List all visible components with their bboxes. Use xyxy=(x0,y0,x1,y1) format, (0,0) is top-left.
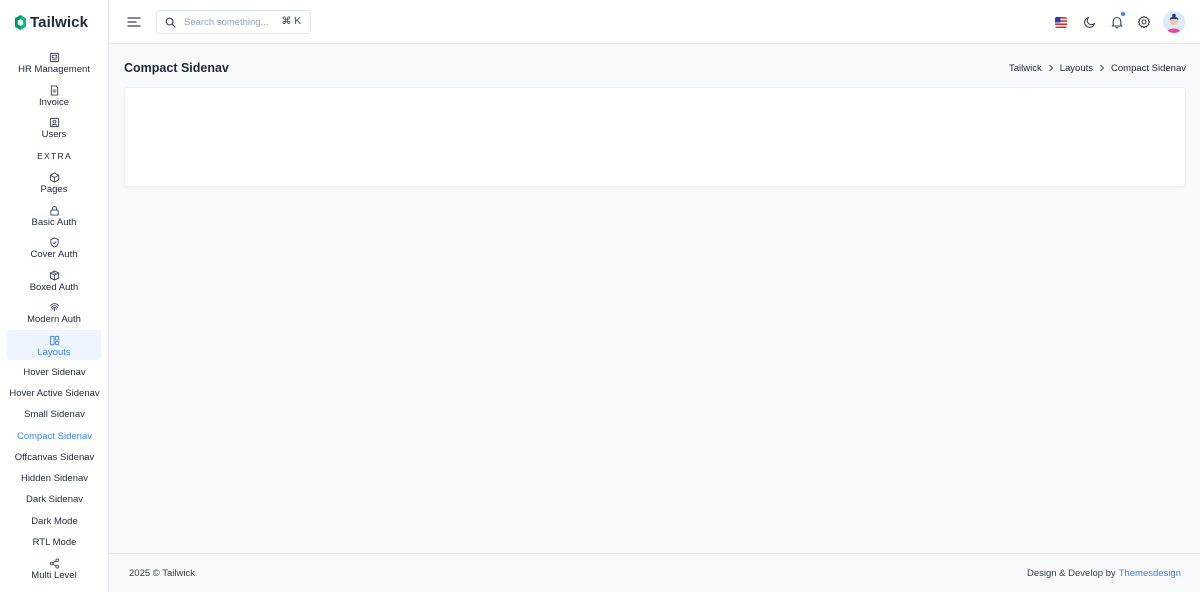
page-title: Compact Sidenav xyxy=(124,61,229,75)
footer-copyright: 2025 © Tailwick xyxy=(129,568,195,579)
layouts-icon xyxy=(49,335,59,346)
sidebar-item-label: Boxed Auth xyxy=(29,282,79,293)
breadcrumb-item-current: Compact Sidenav xyxy=(1111,63,1186,74)
breadcrumb-item-layouts[interactable]: Layouts xyxy=(1060,63,1093,74)
sidebar-section-extra: EXTRA xyxy=(37,151,72,161)
sidebar-item-label: Multi Level xyxy=(31,570,77,581)
sidebar-item-label: Modern Auth xyxy=(27,314,81,325)
search-input[interactable] xyxy=(184,14,274,31)
sidebar-subitem-dark-sidenav[interactable]: Dark Sidenav xyxy=(0,494,109,505)
sidebar-item-label: Pages xyxy=(40,184,68,195)
sidebar-item-label: HR Management xyxy=(18,64,90,75)
sidebar-item-multi-level[interactable]: Multi Level xyxy=(7,558,101,581)
breadcrumb-item-tailwick[interactable]: Tailwick xyxy=(1009,63,1042,74)
search-shortcut: ⌘ K xyxy=(281,16,301,27)
content-card xyxy=(124,87,1186,187)
box-icon xyxy=(49,270,59,281)
chevron-right-icon xyxy=(1042,64,1060,74)
sidebar-item-hr-management[interactable]: HR Management xyxy=(7,52,101,75)
brand-logo[interactable]: Tailwick xyxy=(15,12,88,32)
sidebar-item-label: Invoice xyxy=(38,97,70,108)
avatar[interactable] xyxy=(1163,11,1185,33)
search-box[interactable]: ⌘ K xyxy=(156,10,311,34)
sidebar-item-modern-auth[interactable]: Modern Auth xyxy=(7,302,101,325)
notification-dot xyxy=(1121,12,1125,16)
share-icon xyxy=(49,558,59,569)
invoice-icon xyxy=(50,85,58,96)
sidebar-subitem-compact-sidenav[interactable]: Compact Sidenav xyxy=(0,431,109,442)
top-header: ⌘ K xyxy=(109,0,1200,44)
lock-icon xyxy=(49,206,59,216)
sidebar-item-boxed-auth[interactable]: Boxed Auth xyxy=(7,270,101,293)
tailwick-logo-icon xyxy=(15,14,26,30)
sidebar-item-label: Layouts xyxy=(37,347,71,358)
sidebar-item-basic-auth[interactable]: Basic Auth xyxy=(7,205,101,228)
footer-credit: Design & Develop by Themesdesign xyxy=(1027,568,1181,579)
sidebar-subitem-rtl-mode[interactable]: RTL Mode xyxy=(0,537,109,548)
users-icon xyxy=(49,117,59,128)
footer-credit-text: Design & Develop by xyxy=(1026,568,1116,579)
sidebar-subitem-dark-mode[interactable]: Dark Mode xyxy=(0,516,109,527)
chevron-right-icon xyxy=(1093,64,1111,74)
sidebar-subitem-hover-active-sidenav[interactable]: Hover Active Sidenav xyxy=(0,388,109,399)
hr-icon xyxy=(49,52,59,63)
sidebar-item-cover-auth[interactable]: Cover Auth xyxy=(7,237,101,260)
sidebar-item-label: Users xyxy=(41,129,67,140)
sidebar-subitem-small-sidenav[interactable]: Small Sidenav xyxy=(0,409,109,420)
sidebar-item-label: Basic Auth xyxy=(31,217,77,228)
sidebar: Tailwick HR Management Invoice Users EXT… xyxy=(0,0,109,592)
sidebar-item-label: Cover Auth xyxy=(30,249,78,260)
moon-icon[interactable] xyxy=(1083,15,1097,29)
sidebar-item-users[interactable]: Users xyxy=(7,117,101,140)
breadcrumb: Tailwick Layouts Compact Sidenav xyxy=(1009,63,1186,74)
gear-icon[interactable] xyxy=(1137,15,1151,29)
user-avatar-icon xyxy=(1163,11,1185,33)
pages-icon xyxy=(49,172,59,183)
search-icon xyxy=(165,17,176,28)
sidebar-subitem-offcanvas-sidenav[interactable]: Offcanvas Sidenav xyxy=(0,452,109,463)
bell-icon[interactable] xyxy=(1110,15,1124,29)
sidebar-subitem-hidden-sidenav[interactable]: Hidden Sidenav xyxy=(0,473,109,484)
sidebar-subitem-hover-sidenav[interactable]: Hover Sidenav xyxy=(0,367,109,378)
us-flag-icon[interactable] xyxy=(1055,17,1067,28)
sidebar-item-pages[interactable]: Pages xyxy=(7,172,101,195)
sidebar-item-layouts[interactable]: Layouts xyxy=(7,330,101,360)
shield-check-icon xyxy=(49,237,59,248)
footer: 2025 © Tailwick Design & Develop by Theme… xyxy=(109,553,1200,592)
menu-icon[interactable] xyxy=(127,15,141,29)
footer-credit-link[interactable]: Themesdesign xyxy=(1119,568,1181,579)
fingerprint-icon xyxy=(49,303,59,312)
sidebar-item-invoice[interactable]: Invoice xyxy=(7,85,101,108)
brand-name: Tailwick xyxy=(30,13,89,31)
